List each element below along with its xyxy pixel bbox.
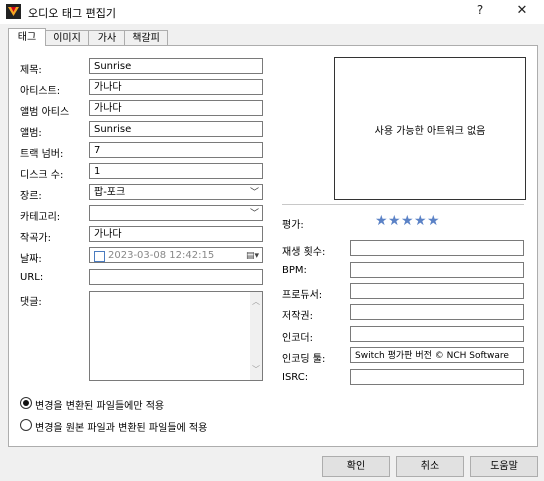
date-label: 날짜: — [20, 254, 42, 265]
divider — [282, 204, 524, 205]
close-icon[interactable]: ✕ — [512, 3, 532, 21]
playcount-label: 재생 횟수: — [282, 247, 326, 258]
producer-field[interactable] — [350, 283, 524, 299]
star-icon[interactable]: ★ — [401, 213, 414, 229]
producer-label: 프로듀서: — [282, 290, 323, 301]
tab-bookmarks[interactable]: 책갈피 — [124, 30, 168, 46]
date-value: 2023-03-08 12:42:15 — [108, 250, 215, 261]
star-icon[interactable]: ★ — [414, 213, 427, 229]
encoder-label: 인코더: — [282, 333, 313, 344]
tab-tags[interactable]: 태그 — [8, 28, 46, 46]
radio-selected-dot — [23, 400, 29, 406]
help-button[interactable]: 도움말 — [470, 456, 538, 477]
rating-label: 평가: — [282, 220, 304, 231]
genre-label: 장르: — [20, 191, 42, 202]
album-label: 앨범: — [20, 128, 42, 139]
radio-converted-only-label[interactable]: 변경을 변환된 파일들에만 적용 — [35, 397, 164, 412]
ok-button[interactable]: 확인 — [322, 456, 390, 477]
radio-original-and-converted-label[interactable]: 변경을 원본 파일과 변환된 파일들에 적용 — [35, 419, 207, 434]
artwork-empty-text: 사용 가능한 아트워크 없음 — [374, 126, 486, 137]
star-icon[interactable]: ★ — [388, 213, 401, 229]
isrc-label: ISRC: — [282, 372, 309, 383]
genre-value: 팝-포크 — [94, 187, 126, 198]
comment-scrollbar[interactable]: ︿ ﹀ — [250, 292, 262, 380]
category-select[interactable]: ﹀ — [89, 205, 263, 221]
encoding-tool-label: 인코딩 툴: — [282, 354, 326, 365]
composer-label: 작곡가: — [20, 233, 51, 244]
album-artist-field[interactable]: 가나다 — [89, 100, 263, 116]
url-label: URL: — [20, 272, 44, 283]
playcount-field[interactable] — [350, 240, 524, 256]
artist-field[interactable]: 가나다 — [89, 79, 263, 95]
album-field[interactable]: Sunrise — [89, 121, 263, 137]
album-artist-label: 앨범 아티스 — [20, 107, 70, 118]
encoder-field[interactable] — [350, 326, 524, 342]
title-field[interactable]: Sunrise — [89, 58, 263, 74]
disc-label: 디스크 수: — [20, 170, 64, 181]
bpm-field[interactable] — [350, 262, 524, 278]
artist-label: 아티스트: — [20, 86, 61, 97]
category-label: 카테고리: — [20, 212, 61, 223]
scroll-down-icon[interactable]: ﹀ — [252, 362, 260, 378]
date-checkbox[interactable] — [94, 251, 105, 262]
app-icon — [6, 4, 21, 19]
artwork-box[interactable]: 사용 가능한 아트워크 없음 — [334, 57, 526, 200]
scroll-up-icon[interactable]: ︿ — [252, 294, 260, 310]
tab-lyrics[interactable]: 가사 — [88, 30, 126, 46]
copyright-label: 저작권: — [282, 311, 313, 322]
radio-original-and-converted[interactable] — [20, 419, 32, 431]
help-icon[interactable]: ? — [470, 3, 490, 21]
comment-label: 댓글: — [20, 297, 42, 308]
date-picker[interactable]: 2023-03-08 12:42:15 ▤▾ — [89, 247, 263, 263]
radio-converted-only[interactable] — [20, 397, 32, 409]
encoding-tool-field[interactable]: Switch 평가판 버전 © NCH Software — [350, 347, 524, 363]
track-field[interactable]: 7 — [89, 142, 263, 158]
genre-select[interactable]: 팝-포크 ﹀ — [89, 184, 263, 200]
comment-textarea[interactable]: ︿ ﹀ — [89, 291, 263, 381]
track-label: 트랙 넘버: — [20, 149, 64, 160]
window-title: 오디오 태그 편집기 — [28, 7, 116, 20]
star-icon[interactable]: ★ — [375, 213, 388, 229]
url-field[interactable] — [89, 269, 263, 285]
chevron-down-icon[interactable]: ﹀ — [250, 185, 259, 199]
cancel-button[interactable]: 취소 — [396, 456, 464, 477]
composer-field[interactable]: 가나다 — [89, 226, 263, 242]
disc-field[interactable]: 1 — [89, 163, 263, 179]
tab-image[interactable]: 이미지 — [44, 30, 90, 46]
title-label: 제목: — [20, 65, 42, 76]
calendar-icon[interactable]: ▤▾ — [246, 248, 259, 262]
copyright-field[interactable] — [350, 304, 524, 320]
chevron-down-icon[interactable]: ﹀ — [250, 206, 259, 220]
bpm-label: BPM: — [282, 265, 307, 276]
isrc-field[interactable] — [350, 369, 524, 385]
star-icon[interactable]: ★ — [427, 213, 440, 229]
